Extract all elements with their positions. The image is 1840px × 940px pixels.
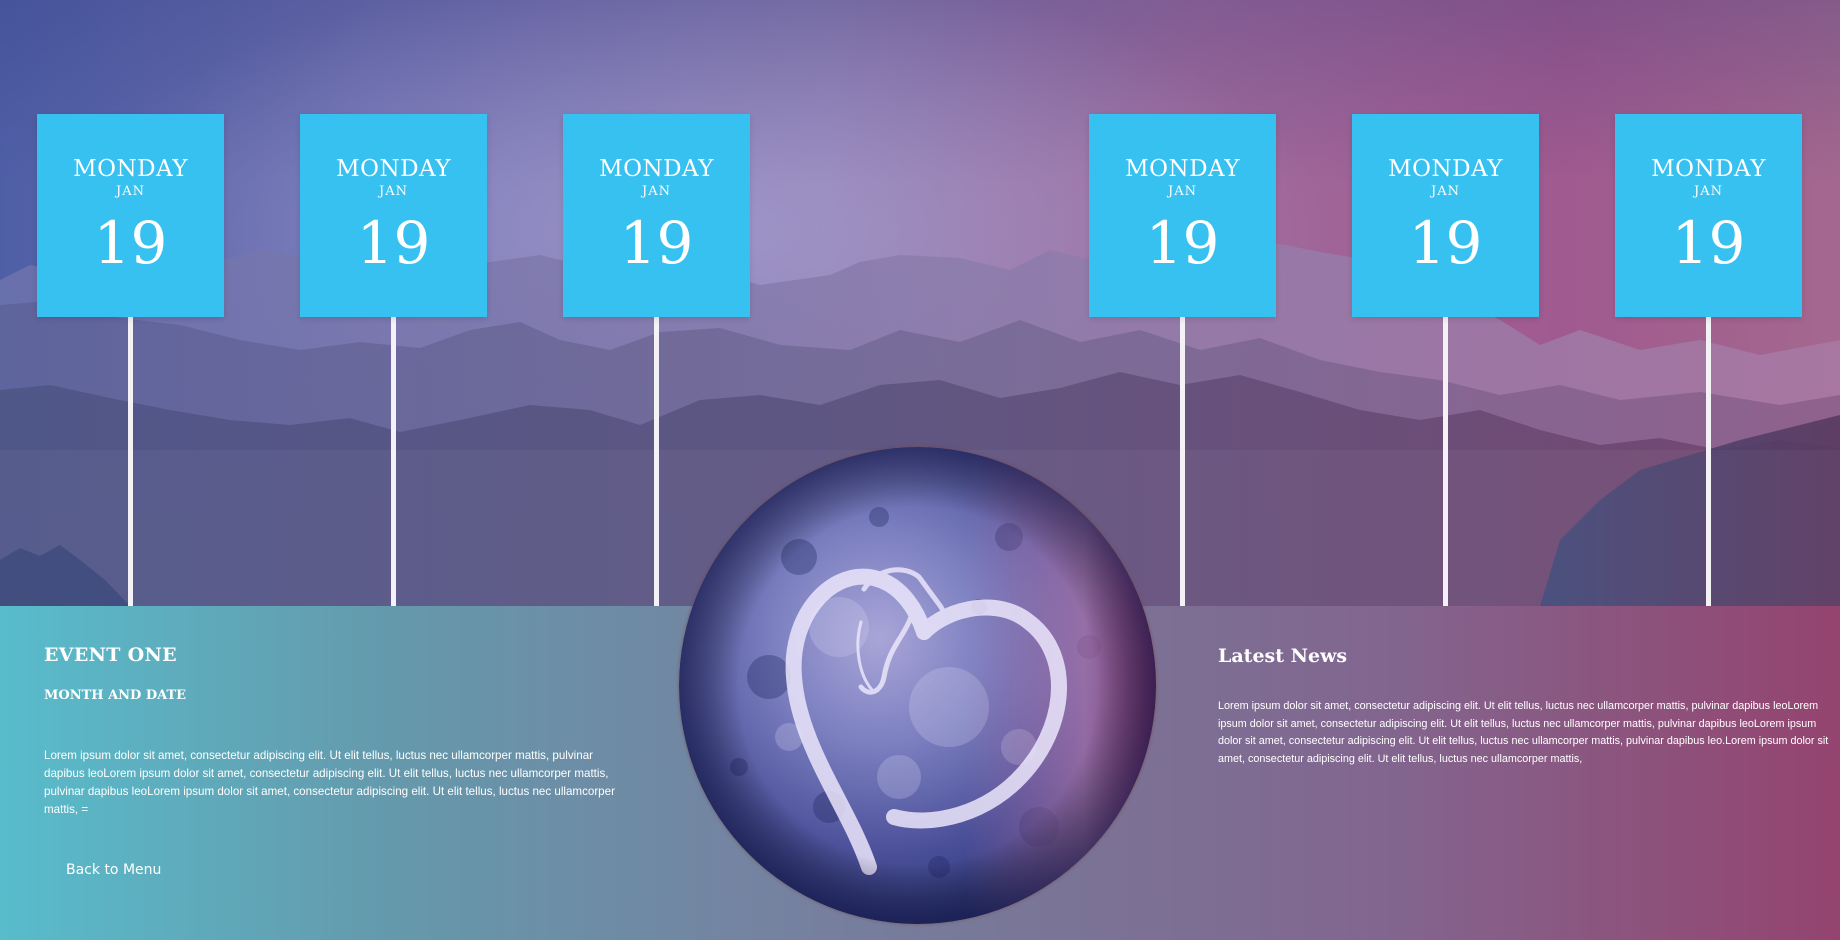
calendar-card[interactable]: MONDAY JAN 19 bbox=[1615, 114, 1802, 317]
card-day: MONDAY bbox=[1388, 156, 1503, 182]
card-pole bbox=[1180, 317, 1185, 606]
card-day: MONDAY bbox=[1651, 156, 1766, 182]
card-month: JAN bbox=[1168, 184, 1197, 199]
card-date: 19 bbox=[619, 209, 694, 277]
card-month: JAN bbox=[642, 184, 671, 199]
card-date: 19 bbox=[1408, 209, 1483, 277]
card-date: 19 bbox=[356, 209, 431, 277]
page: MONDAY JAN 19 MONDAY JAN 19 MONDAY JAN 1… bbox=[0, 0, 1840, 940]
card-date: 19 bbox=[93, 209, 168, 277]
card-month: JAN bbox=[379, 184, 408, 199]
event-subtitle: MONTH AND DATE bbox=[44, 688, 187, 703]
card-pole bbox=[391, 317, 396, 606]
card-date: 19 bbox=[1671, 209, 1746, 277]
card-pole bbox=[1706, 317, 1711, 606]
event-description: Lorem ipsum dolor sit amet, consectetur … bbox=[44, 749, 615, 816]
card-pole bbox=[654, 317, 659, 606]
calendar-card[interactable]: MONDAY JAN 19 bbox=[300, 114, 487, 317]
event-title: EVENT ONE bbox=[44, 644, 177, 666]
card-month: JAN bbox=[1431, 184, 1460, 199]
card-day: MONDAY bbox=[73, 156, 188, 182]
card-day: MONDAY bbox=[1125, 156, 1240, 182]
card-date: 19 bbox=[1145, 209, 1220, 277]
card-month: JAN bbox=[116, 184, 145, 199]
card-day: MONDAY bbox=[336, 156, 451, 182]
card-pole bbox=[128, 317, 133, 606]
card-pole bbox=[1443, 317, 1448, 606]
calendar-card[interactable]: MONDAY JAN 19 bbox=[563, 114, 750, 317]
calendar-card[interactable]: MONDAY JAN 19 bbox=[1352, 114, 1539, 317]
card-day: MONDAY bbox=[599, 156, 714, 182]
planet-heart-horse-icon bbox=[679, 447, 1156, 924]
planet-emblem bbox=[679, 447, 1156, 924]
news-body: Lorem ipsum dolor sit amet, consectetur … bbox=[1218, 700, 1829, 765]
back-to-menu-link[interactable]: Back to Menu bbox=[66, 862, 161, 878]
news-title: Latest News bbox=[1218, 645, 1348, 667]
calendar-card[interactable]: MONDAY JAN 19 bbox=[37, 114, 224, 317]
calendar-card[interactable]: MONDAY JAN 19 bbox=[1089, 114, 1276, 317]
card-month: JAN bbox=[1694, 184, 1723, 199]
